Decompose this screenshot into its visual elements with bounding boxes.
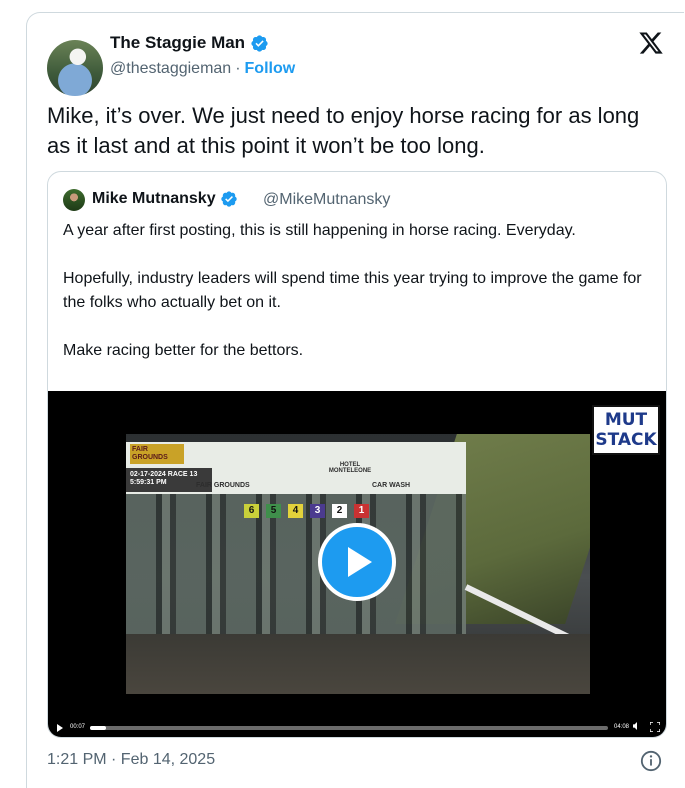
quote-author-name-row: Mike Mutnansky <box>92 190 238 208</box>
tweet-timestamp[interactable]: 1:21 PM · Feb 14, 2025 <box>47 751 215 769</box>
banner-label: HOTEL MONTELEONE <box>328 462 372 474</box>
author-name[interactable]: The Staggie Man <box>110 33 245 53</box>
x-logo-icon[interactable] <box>638 30 664 56</box>
fair-grounds-logo: FAIR GROUNDS <box>130 444 184 464</box>
author-handle-row: @thestaggieman · Follow <box>110 60 295 78</box>
mutstack-watermark: MUT STACK <box>592 405 660 455</box>
author-name-row[interactable]: The Staggie Man <box>110 33 269 53</box>
quote-paragraph: Make racing better for the bettors. <box>63 342 304 359</box>
quote-paragraph: A year after first posting, this is stil… <box>63 222 576 239</box>
overlay-race: RACE 13 <box>167 471 198 478</box>
starting-gate-banner: FAIR GROUNDS 02-17-2024 RACE 13 5:59:31 … <box>126 442 466 494</box>
quote-author-avatar[interactable] <box>63 189 85 211</box>
progress-fill <box>90 726 106 730</box>
volume-icon[interactable] <box>633 722 641 730</box>
verified-badge-icon <box>220 191 237 207</box>
play-button[interactable] <box>318 523 396 601</box>
video-player[interactable]: FAIR GROUNDS 02-17-2024 RACE 13 5:59:31 … <box>48 391 666 737</box>
author-avatar[interactable] <box>47 40 103 96</box>
quote-author-name[interactable]: Mike Mutnansky <box>92 190 216 208</box>
track-ground <box>126 634 590 694</box>
tweet-text: Mike, it’s over. We just need to enjoy h… <box>47 103 640 158</box>
play-icon <box>348 547 372 577</box>
duration: 04:08 <box>614 724 630 730</box>
banner-label: CAR WASH <box>372 482 411 489</box>
follow-button[interactable]: Follow <box>245 60 296 78</box>
control-play-icon[interactable] <box>57 724 63 732</box>
gate-numbers: 6 5 4 3 2 1 <box>244 504 369 518</box>
watermark-line: STACK <box>595 430 657 450</box>
video-controls: 00:07 04:08 <box>48 717 666 737</box>
separator-dot: · <box>235 60 241 77</box>
gate-number: 4 <box>288 504 303 518</box>
verified-badge-icon <box>251 34 268 52</box>
author-handle[interactable]: @thestaggieman <box>110 60 231 78</box>
gate-number: 1 <box>354 504 369 518</box>
quote-paragraph: Hopefully, industry leaders will spend t… <box>63 270 642 311</box>
info-icon[interactable] <box>640 750 662 772</box>
gate-number: 2 <box>332 504 347 518</box>
quote-author-handle[interactable]: @MikeMutnansky <box>263 191 390 209</box>
gate-number: 5 <box>266 504 281 518</box>
progress-bar[interactable] <box>90 726 608 730</box>
quoted-tweet[interactable]: Mike Mutnansky @MikeMutnansky A year aft… <box>47 171 667 738</box>
current-time: 00:07 <box>70 724 86 730</box>
overlay-time: 5:59:31 PM <box>130 479 167 486</box>
gate-number: 3 <box>310 504 325 518</box>
overlay-date: 02-17-2024 <box>130 471 166 478</box>
gate-number: 6 <box>244 504 259 518</box>
banner-label: FAIR GROUNDS <box>196 482 250 489</box>
watermark-line: MUT <box>604 410 648 430</box>
fullscreen-icon[interactable] <box>650 722 660 732</box>
